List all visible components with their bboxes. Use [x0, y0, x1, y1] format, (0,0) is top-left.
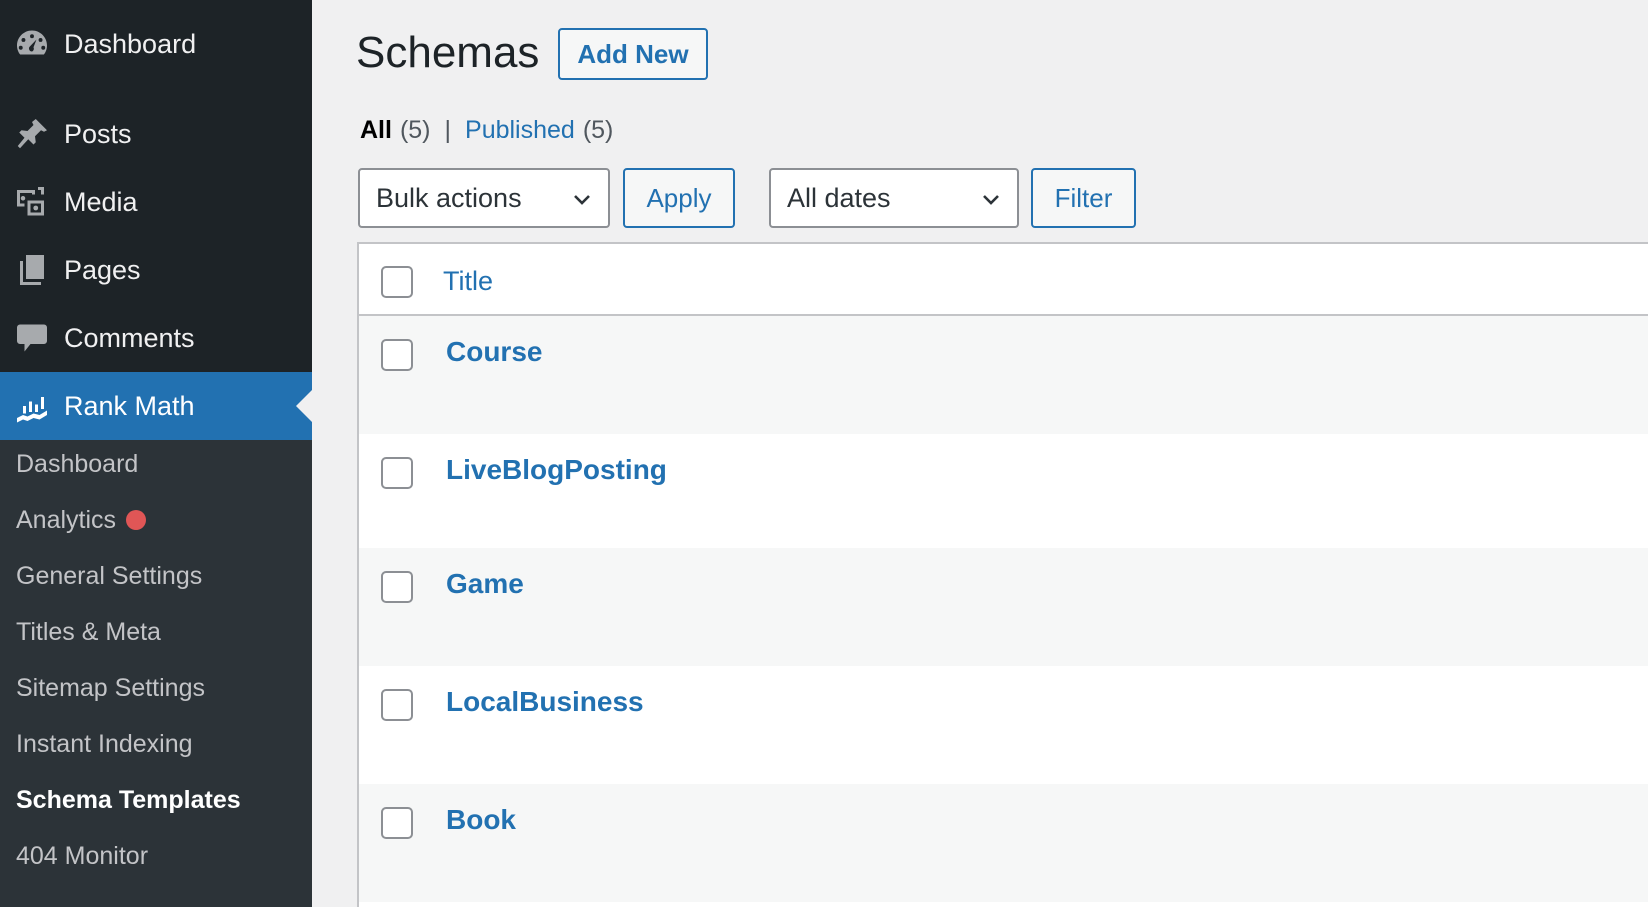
menu-label: Dashboard [64, 28, 197, 59]
admin-sidebar: Dashboard Posts Media Pages Comments Ran… [0, 0, 312, 907]
view-separator: | [444, 116, 452, 144]
row-checkbox[interactable] [381, 457, 413, 489]
row-title-link[interactable]: LocalBusiness [446, 686, 644, 718]
menu-item-media[interactable]: Media [0, 168, 312, 236]
table-row: LiveBlogPosting [359, 434, 1648, 552]
view-all-link[interactable]: All [360, 116, 392, 145]
table-row: Book [359, 784, 1648, 902]
row-checkbox[interactable] [381, 807, 413, 839]
row-checkbox[interactable] [381, 339, 413, 371]
rank-math-submenu: Dashboard Analytics General Settings Tit… [0, 440, 312, 907]
bulk-actions-value: Bulk actions [376, 182, 522, 213]
apply-button[interactable]: Apply [623, 168, 735, 228]
rank-math-icon [0, 372, 64, 440]
main-content: Schemas Add New All (5) | Published (5) … [312, 0, 1648, 907]
column-title-header[interactable]: Title [443, 266, 493, 297]
submenu-item-sitemap-settings[interactable]: Sitemap Settings [16, 668, 205, 708]
dates-filter-value: All dates [787, 182, 891, 213]
submenu-item-404-monitor[interactable]: 404 Monitor [16, 836, 148, 876]
submenu-item-titles-meta[interactable]: Titles & Meta [16, 612, 161, 652]
submenu-item-dashboard[interactable]: Dashboard [16, 444, 138, 484]
menu-label: Posts [64, 118, 132, 149]
select-all-checkbox[interactable] [381, 266, 413, 298]
submenu-label: Schema Templates [16, 785, 241, 814]
page-title: Schemas [356, 28, 540, 77]
pages-icon [0, 236, 64, 304]
view-published-count: (5) [582, 116, 614, 144]
submenu-label: Sitemap Settings [16, 673, 205, 702]
submenu-label: 404 Monitor [16, 841, 149, 870]
submenu-label: General Settings [16, 561, 203, 590]
row-title-link[interactable]: Course [446, 336, 542, 368]
menu-label: Media [64, 186, 138, 217]
table-header: Title [359, 244, 1648, 316]
submenu-item-general-settings[interactable]: General Settings [16, 556, 202, 596]
submenu-label: Instant Indexing [16, 729, 193, 758]
menu-item-rank-math[interactable]: Rank Math [0, 372, 312, 440]
table-row: Course [359, 316, 1648, 434]
add-new-button[interactable]: Add New [558, 28, 708, 80]
menu-item-dashboard[interactable]: Dashboard [0, 10, 312, 78]
menu-label: Rank Math [64, 390, 195, 421]
row-title-link[interactable]: Game [446, 568, 524, 600]
chevron-down-icon [983, 195, 999, 205]
table-row: Game [359, 548, 1648, 666]
view-published-link[interactable]: Published [465, 116, 575, 145]
view-filters: All (5) | Published (5) [360, 116, 613, 145]
schemas-table: Title Course LiveBlogPosting Game LocalB… [357, 242, 1648, 907]
row-checkbox[interactable] [381, 689, 413, 721]
submenu-item-analytics[interactable]: Analytics [16, 500, 147, 540]
menu-label: Pages [64, 254, 141, 285]
row-title-link[interactable]: Book [446, 804, 516, 836]
comment-icon [0, 304, 64, 372]
table-row: LocalBusiness [359, 666, 1648, 784]
media-icon [0, 168, 64, 236]
menu-item-posts[interactable]: Posts [0, 100, 312, 168]
submenu-item-instant-indexing[interactable]: Instant Indexing [16, 724, 193, 764]
bulk-actions-select[interactable]: Bulk actions [358, 168, 610, 228]
chevron-down-icon [574, 195, 590, 205]
menu-label: Comments [64, 322, 195, 353]
dates-filter-select[interactable]: All dates [769, 168, 1019, 228]
view-all-count: (5) [399, 116, 431, 144]
notification-dot [126, 510, 147, 530]
submenu-label: Analytics [16, 505, 117, 534]
row-title-link[interactable]: LiveBlogPosting [446, 454, 667, 486]
submenu-label: Dashboard [16, 449, 139, 478]
pin-icon [0, 100, 64, 168]
filter-button[interactable]: Filter [1031, 168, 1136, 228]
menu-item-comments[interactable]: Comments [0, 304, 312, 372]
row-checkbox[interactable] [381, 571, 413, 603]
dashboard-icon [0, 10, 64, 78]
submenu-item-schema-templates[interactable]: Schema Templates [16, 780, 241, 820]
menu-item-pages[interactable]: Pages [0, 236, 312, 304]
submenu-label: Titles & Meta [16, 617, 161, 646]
